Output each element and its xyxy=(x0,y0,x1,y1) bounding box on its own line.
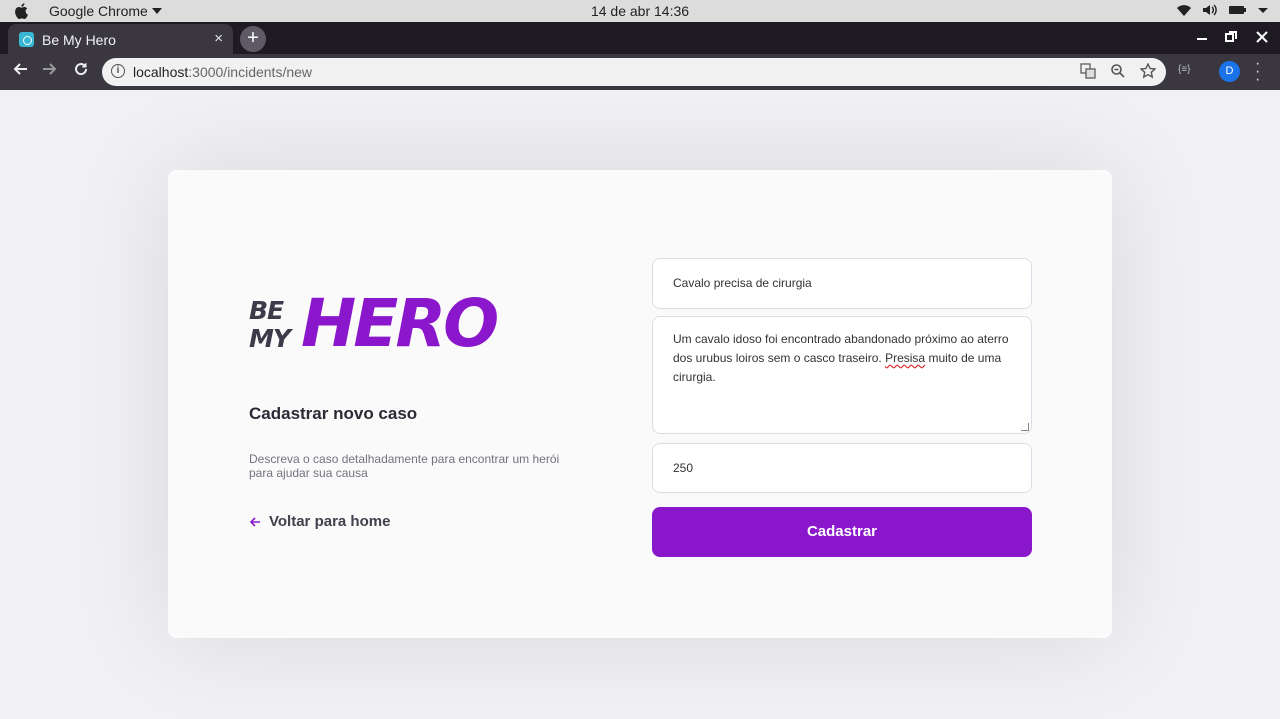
tab-close-icon[interactable]: × xyxy=(214,30,223,47)
value-input[interactable]: 250 xyxy=(652,443,1032,493)
url-text[interactable]: localhost:3000/incidents/new xyxy=(133,64,312,80)
minimize-icon[interactable] xyxy=(1196,28,1208,42)
resize-handle-icon[interactable] xyxy=(1021,423,1029,431)
logo-my: MY xyxy=(249,324,291,353)
back-arrow-icon[interactable] xyxy=(12,61,28,77)
os-top-bar: Google Chrome 14 de abr 14:36 xyxy=(0,0,1280,22)
new-tab-button[interactable]: + xyxy=(240,26,266,52)
app-name-label: Google Chrome xyxy=(49,3,148,19)
close-window-icon[interactable] xyxy=(1256,31,1268,43)
submit-button[interactable]: Cadastrar xyxy=(652,507,1032,557)
omnibox-actions xyxy=(1080,63,1156,79)
forward-arrow-icon[interactable] xyxy=(42,61,58,77)
tab-be-my-hero[interactable]: Be My Hero × xyxy=(8,24,233,54)
misspelled-word: Presisa xyxy=(885,351,926,365)
extension-icon[interactable]: {≡} xyxy=(1178,64,1191,75)
new-incident-card: BE MY HERO Cadastrar novo caso Descreva o… xyxy=(168,170,1112,638)
volume-icon[interactable] xyxy=(1202,3,1218,17)
restore-icon[interactable] xyxy=(1225,31,1237,43)
browser-toolbar: i localhost:3000/incidents/new xyxy=(0,54,1280,90)
logo-be: BE xyxy=(249,296,284,325)
reload-icon[interactable] xyxy=(73,61,89,77)
zoom-icon[interactable] xyxy=(1110,63,1126,79)
app-menu[interactable]: Google Chrome xyxy=(49,3,162,19)
page-background: BE MY HERO Cadastrar novo caso Descreva o… xyxy=(0,90,1280,719)
profile-avatar[interactable]: D xyxy=(1219,61,1240,82)
caret-down-icon[interactable] xyxy=(1258,3,1268,17)
star-icon[interactable] xyxy=(1140,63,1156,79)
wifi-icon[interactable] xyxy=(1176,3,1192,17)
tab-strip: Be My Hero × xyxy=(0,22,1280,54)
react-favicon-icon xyxy=(19,32,34,47)
logo-hero: HERO xyxy=(301,285,499,362)
caret-down-icon xyxy=(151,8,162,14)
arrow-left-icon xyxy=(249,516,260,527)
translate-icon[interactable] xyxy=(1080,63,1096,79)
more-menu-icon[interactable]: · · · xyxy=(1255,56,1260,88)
apple-icon[interactable] xyxy=(14,3,28,19)
tab-title: Be My Hero xyxy=(42,32,116,48)
battery-icon[interactable] xyxy=(1228,3,1248,17)
system-tray xyxy=(1176,3,1268,17)
address-bar[interactable]: i localhost:3000/incidents/new xyxy=(102,58,1166,86)
url-host: localhost xyxy=(133,64,189,80)
page-title: Cadastrar novo caso xyxy=(249,404,418,423)
back-home-label: Voltar para home xyxy=(269,513,391,530)
logo-be-my: BE MY xyxy=(249,296,291,353)
clock: 14 de abr 14:36 xyxy=(590,3,690,19)
back-home-link[interactable]: Voltar para home xyxy=(249,513,390,530)
info-icon[interactable]: i xyxy=(111,64,125,78)
title-input[interactable]: Cavalo precisa de cirurgia xyxy=(652,258,1032,309)
page-description: Descreva o caso detalhadamente para enco… xyxy=(249,452,560,480)
url-path: :3000/incidents/new xyxy=(188,64,313,80)
be-my-hero-logo: BE MY HERO xyxy=(249,289,499,359)
description-textarea[interactable]: Um cavalo idoso foi encontrado abandonad… xyxy=(652,316,1032,434)
